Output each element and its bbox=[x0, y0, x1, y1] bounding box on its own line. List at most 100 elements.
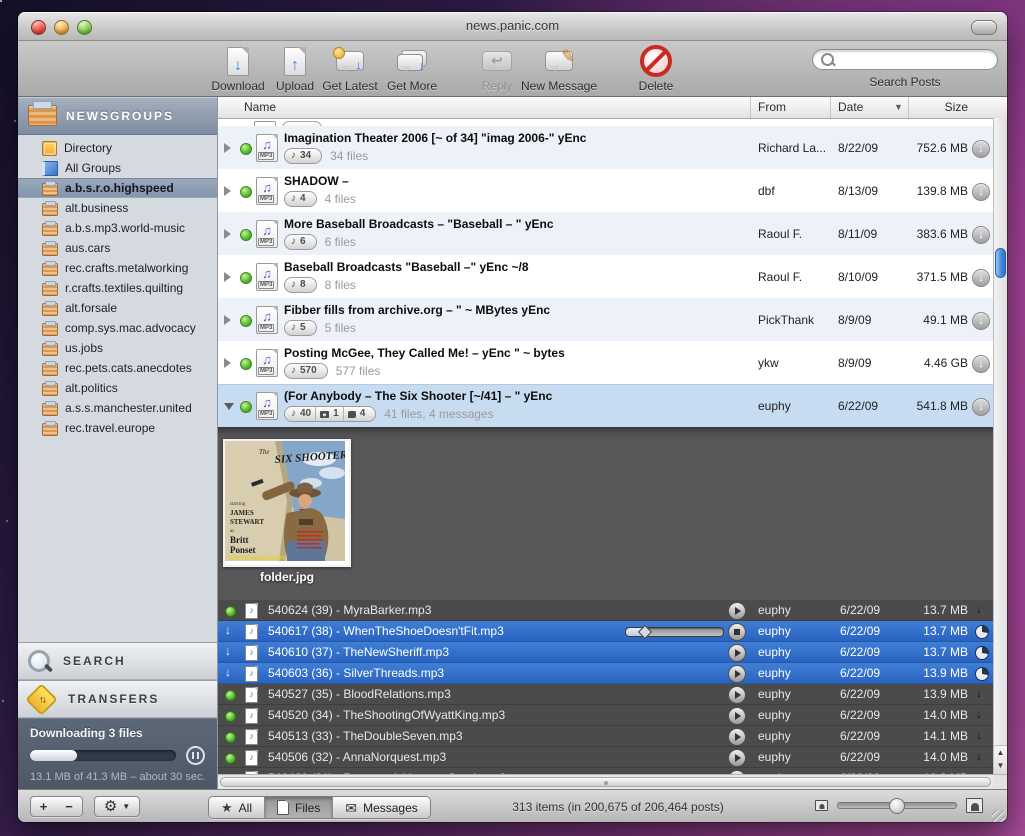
group-row[interactable]: ♫MP3 Fibber fills from archive.org – " ~… bbox=[218, 298, 1007, 341]
file-row[interactable]: ↓ 540617 (38) - WhenTheShoeDoesn'tFit.mp… bbox=[218, 621, 1007, 642]
sidebar-item[interactable]: All Groups bbox=[18, 158, 217, 178]
play-button[interactable] bbox=[728, 749, 746, 767]
newsgroups-header[interactable]: NEWSGROUPS bbox=[18, 97, 217, 135]
file-row[interactable]: ↓ 540603 (36) - SilverThreads.mp3 euphy … bbox=[218, 663, 1007, 684]
get-more-button[interactable]: ↓ Get More bbox=[377, 43, 447, 93]
delete-button[interactable]: Delete bbox=[626, 43, 686, 93]
download-group-button[interactable]: ↓ bbox=[972, 398, 990, 416]
play-button[interactable] bbox=[728, 707, 746, 725]
column-header-from[interactable]: From bbox=[758, 100, 786, 114]
file-row[interactable]: ↓ 540624 (39) - MyraBarker.mp3 euphy 6/2… bbox=[218, 600, 1007, 621]
filter-all-button[interactable]: ★ All bbox=[209, 797, 264, 818]
download-group-button[interactable]: ↓ bbox=[972, 312, 990, 330]
group-row[interactable]: ♫MP3 More Baseball Broadcasts – "Basebal… bbox=[218, 212, 1007, 255]
download-group-button[interactable]: ↓ bbox=[972, 269, 990, 287]
file-row[interactable]: ↓ 540513 (33) - TheDoubleSeven.mp3 euphy… bbox=[218, 726, 1007, 747]
audio-count: 5 bbox=[291, 321, 310, 335]
action-menu-button[interactable]: ⚙ ▼ bbox=[94, 796, 140, 817]
large-thumbnail-icon[interactable] bbox=[966, 798, 983, 813]
disclosure-triangle-icon[interactable] bbox=[224, 186, 231, 196]
play-button[interactable] bbox=[728, 665, 746, 683]
download-group-button[interactable]: ↓ bbox=[972, 355, 990, 373]
search-field[interactable] bbox=[812, 49, 998, 70]
download-group-button[interactable]: ↓ bbox=[972, 183, 990, 201]
sidebar-item[interactable]: Directory bbox=[18, 138, 217, 158]
horizontal-scrollbar-thumb[interactable] bbox=[220, 777, 991, 787]
stop-button[interactable] bbox=[728, 623, 746, 641]
sidebar-item[interactable]: aus.cars bbox=[18, 238, 217, 258]
group-date: 8/9/09 bbox=[838, 313, 871, 327]
group-row[interactable]: ♫MP3 Baseball Broadcasts "Baseball –" yE… bbox=[218, 255, 1007, 298]
vertical-scrollbar[interactable]: ▲ ▼ bbox=[993, 118, 1007, 774]
sidebar-item[interactable]: rec.pets.cats.anecdotes bbox=[18, 358, 217, 378]
column-header-name[interactable]: Name bbox=[244, 100, 276, 114]
sidebar-item[interactable]: rec.crafts.metalworking bbox=[18, 258, 217, 278]
new-message-button[interactable]: ✎ New Message bbox=[514, 43, 604, 93]
sidebar-item[interactable]: comp.sys.mac.advocacy bbox=[18, 318, 217, 338]
group-row[interactable]: ♫MP3 Posting McGee, They Called Me! – yE… bbox=[218, 341, 1007, 384]
group-row[interactable]: ♫MP3 SHADOW – 4 4 files dbf 8/13/09 139.… bbox=[218, 169, 1007, 212]
playback-scrubber[interactable] bbox=[625, 627, 724, 637]
add-button[interactable]: + bbox=[30, 796, 57, 817]
image-thumbnail[interactable]: The SIX SHOOTER starring bbox=[223, 439, 351, 567]
search-section-header[interactable]: SEARCH bbox=[18, 642, 217, 680]
disclosure-triangle-icon[interactable] bbox=[224, 272, 231, 282]
transfers-section-header[interactable]: ↑↓ TRANSFERS bbox=[18, 680, 217, 718]
disclosure-triangle-icon[interactable] bbox=[224, 229, 231, 239]
search-input[interactable] bbox=[839, 52, 989, 68]
download-button[interactable]: ↓ Download bbox=[203, 43, 273, 93]
title-bar[interactable]: news.panic.com bbox=[18, 12, 1007, 41]
file-row[interactable]: ↓ 540610 (37) - TheNewSheriff.mp3 euphy … bbox=[218, 642, 1007, 663]
horizontal-scrollbar[interactable] bbox=[218, 774, 993, 789]
attachment-badge: 4014 bbox=[284, 406, 376, 422]
group-row[interactable]: ♫MP3 Imagination Theater 2006 [~ of 34] … bbox=[218, 126, 1007, 169]
file-from: euphy bbox=[758, 645, 791, 659]
sidebar-item[interactable]: a.s.s.manchester.united bbox=[18, 398, 217, 418]
group-info: SHADOW – 4 4 files bbox=[284, 174, 747, 207]
file-name: 540513 (33) - TheDoubleSeven.mp3 bbox=[268, 729, 463, 743]
play-button[interactable] bbox=[728, 686, 746, 704]
vertical-scrollbar-thumb[interactable] bbox=[995, 248, 1006, 278]
sidebar-item[interactable]: alt.forsale bbox=[18, 298, 217, 318]
small-thumbnail-icon[interactable] bbox=[815, 800, 828, 811]
resize-grip[interactable] bbox=[992, 810, 1005, 822]
sidebar-item[interactable]: a.b.s.mp3.world-music bbox=[18, 218, 217, 238]
scroll-down-button[interactable]: ▼ bbox=[994, 759, 1007, 772]
disclosure-triangle-icon[interactable] bbox=[224, 358, 231, 368]
disclosure-triangle-icon[interactable] bbox=[224, 403, 234, 410]
disclosure-triangle-icon[interactable] bbox=[224, 315, 231, 325]
get-latest-button[interactable]: ↓ Get Latest bbox=[315, 43, 385, 93]
sidebar-item[interactable]: us.jobs bbox=[18, 338, 217, 358]
remove-button[interactable]: − bbox=[56, 796, 83, 817]
filter-messages-button[interactable]: ✉ Messages bbox=[332, 797, 429, 818]
new-status-dot-icon bbox=[240, 229, 252, 241]
slider-thumb[interactable] bbox=[889, 798, 905, 814]
play-button[interactable] bbox=[728, 728, 746, 746]
filter-files-button[interactable]: Files bbox=[264, 797, 332, 818]
file-name: 540527 (35) - BloodRelations.mp3 bbox=[268, 687, 451, 701]
svg-text:OLDTIME RADIO IN MP3: OLDTIME RADIO IN MP3 bbox=[227, 556, 285, 561]
column-header-date[interactable]: Date bbox=[838, 100, 863, 114]
column-header-size[interactable]: Size bbox=[945, 100, 968, 114]
file-row[interactable]: ↓ 540527 (35) - BloodRelations.mp3 euphy… bbox=[218, 684, 1007, 705]
partial-row[interactable] bbox=[218, 119, 1007, 126]
play-button[interactable] bbox=[728, 644, 746, 662]
toolbar-toggle-button[interactable] bbox=[971, 20, 997, 35]
sidebar-item[interactable]: r.crafts.textiles.quilting bbox=[18, 278, 217, 298]
file-row[interactable]: ↓ 540520 (34) - TheShootingOfWyattKing.m… bbox=[218, 705, 1007, 726]
sidebar-item[interactable]: a.b.s.r.o.highspeed bbox=[18, 178, 217, 198]
play-button[interactable] bbox=[728, 602, 746, 620]
disclosure-triangle-icon[interactable] bbox=[224, 143, 231, 153]
group-row[interactable]: ♫MP3 (For Anybody – The Six Shooter [~/4… bbox=[218, 384, 1007, 427]
scroll-up-button[interactable]: ▲ bbox=[994, 746, 1007, 759]
filter-segmented-control: ★ All Files ✉ Messages bbox=[208, 796, 431, 819]
download-group-button[interactable]: ↓ bbox=[972, 226, 990, 244]
thumbnail-size-slider[interactable] bbox=[837, 802, 957, 809]
sidebar-item[interactable]: alt.business bbox=[18, 198, 217, 218]
sidebar-item[interactable]: rec.travel.europe bbox=[18, 418, 217, 438]
sidebar-item[interactable]: alt.politics bbox=[18, 378, 217, 398]
file-row[interactable]: ↓ 540506 (32) - AnnaNorquest.mp3 euphy 6… bbox=[218, 747, 1007, 768]
window-title: news.panic.com bbox=[18, 18, 1007, 33]
download-group-button[interactable]: ↓ bbox=[972, 140, 990, 158]
pause-transfers-button[interactable] bbox=[186, 746, 205, 765]
